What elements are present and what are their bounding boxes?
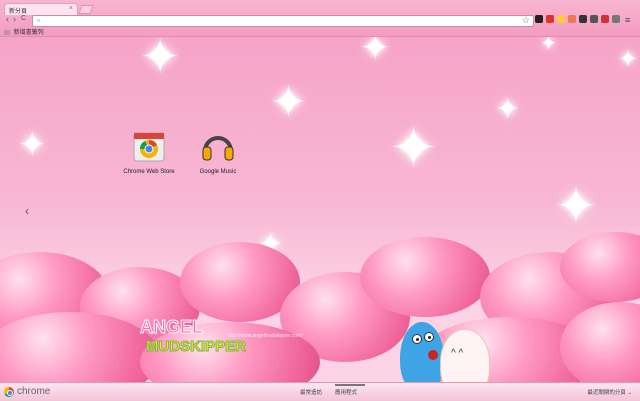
rose-icon [428,350,438,360]
sparkle-icon: ✦ [495,93,521,126]
recently-closed-label: 最近關閉的分頁 [587,390,626,396]
tab-most-visited[interactable]: 最常造訪 [300,388,322,396]
back-icon[interactable]: ‹ [6,14,9,24]
extension-icon[interactable] [612,15,620,23]
chrome-brand: chrome [17,386,51,397]
menu-icon[interactable]: ≡ [625,15,633,25]
bookmarks-bar: 新增書籤列 [4,27,44,36]
bookmarks-folder-label[interactable]: 新增書籤列 [14,30,44,36]
selected-tab-indicator [335,384,365,386]
folder-icon [4,29,10,35]
sparkle-icon: ✦ [540,37,557,55]
sparkle-icon: ✦ [270,78,307,127]
chevron-left-icon[interactable]: ‹ [25,204,29,218]
headphones-icon [202,136,234,161]
sparkle-icon: ✦ [140,37,181,84]
page-icon: ▫ [37,16,40,25]
chrome-web-store-icon [133,132,165,162]
tab-apps-label: 應用程式 [335,390,358,396]
new-tab-button[interactable] [78,5,94,14]
new-tab-page: ✦ ✦ ✦ ✦ ✦ ✦ ✦ ✦ ✦ ✦ Chrome Web Store Goo… [0,37,640,382]
app-chrome-web-store[interactable]: Chrome Web Store [109,127,189,175]
app-label: Chrome Web Store [123,169,175,175]
tab-apps[interactable]: 應用程式 [335,384,365,396]
logo-line2: MUDSKIPPER [145,338,247,356]
white-character: ^ ^ [440,329,490,382]
browser-frame: 新分頁 × ‹ › C ▫ ☆ ≡ 新增書籤列 [0,0,640,37]
sparkle-icon: ✦ [18,126,47,164]
extension-toolbar: ≡ [535,15,640,26]
tab-title: 新分頁 [9,9,28,15]
tab-close-icon[interactable]: × [69,5,73,12]
bookmark-star-icon[interactable]: ☆ [522,15,530,26]
chrome-logo-icon [4,387,14,397]
sparkle-icon: ✦ [360,37,391,68]
theme-url: http://www.angelmudskipper.com/ [228,333,303,339]
forward-icon[interactable]: › [13,14,16,24]
sparkle-icon: ✦ [618,46,639,73]
extension-icon[interactable] [579,15,587,23]
extension-icon[interactable] [557,15,565,23]
sparkle-icon: ✦ [390,116,437,179]
extension-icon[interactable] [590,15,598,23]
chevron-down-icon: ⌄ [627,390,632,396]
omnibox[interactable]: ▫ ☆ [32,15,534,27]
reload-icon[interactable]: C [21,15,26,22]
app-label: Google Music [199,169,237,175]
app-google-music[interactable]: Google Music [178,127,258,175]
extension-icon[interactable] [601,15,609,23]
extension-icon[interactable] [568,15,576,23]
hearts-background [0,232,640,382]
extension-icon[interactable] [535,15,543,23]
extension-icon[interactable] [546,15,554,23]
sparkle-icon: ✦ [555,178,597,234]
bottom-bar: chrome 最常造訪 應用程式 最近關閉的分頁 ⌄ [0,382,640,401]
recently-closed-menu[interactable]: 最近關閉的分頁 ⌄ [587,388,632,396]
